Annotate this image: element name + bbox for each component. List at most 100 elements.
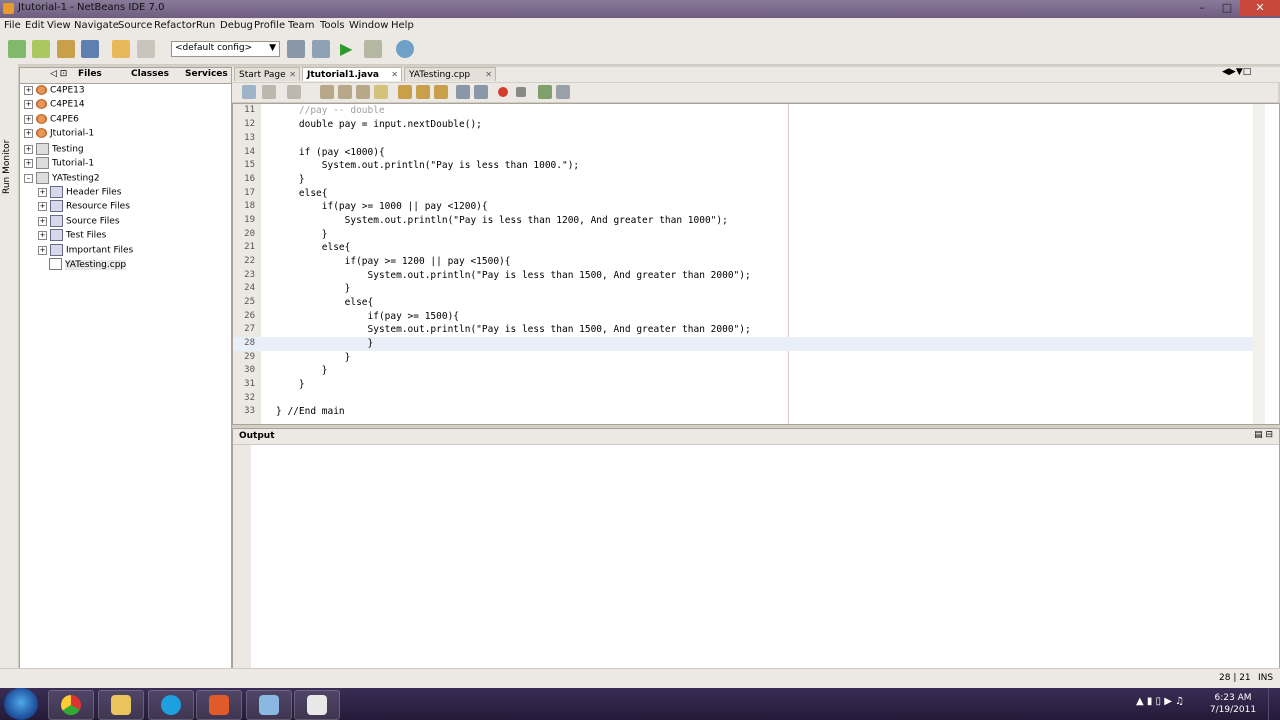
tree-item-yatesting2[interactable]: – YATesting2: [24, 172, 100, 186]
menu-tools[interactable]: Tools: [320, 20, 345, 31]
tree-item-header-files[interactable]: + Header Files: [38, 186, 121, 200]
bookmark-toggle-icon[interactable]: [434, 85, 448, 99]
title-bar: Jtutorial-1 - NetBeans IDE 7.0 – □ ✕: [0, 0, 1280, 18]
close-tab-icon[interactable]: ✕: [485, 68, 492, 82]
tree-item-source-files[interactable]: + Source Files: [38, 215, 120, 229]
new-project-icon[interactable]: [32, 40, 50, 58]
bookmark-prev-icon[interactable]: [398, 85, 412, 99]
menu-debug[interactable]: Debug: [220, 20, 253, 31]
find-prev-icon[interactable]: [338, 85, 352, 99]
output-title: Output: [239, 431, 275, 441]
back-icon[interactable]: [262, 85, 276, 99]
chrome-icon: [61, 695, 81, 715]
tree-item-c4pe6[interactable]: + C4PE6: [24, 114, 79, 128]
taskbar-explorer[interactable]: [98, 690, 144, 720]
close-button[interactable]: ✕: [1240, 0, 1280, 16]
code-line: 32: [244, 393, 255, 403]
redo-icon[interactable]: [137, 40, 155, 58]
debug-icon[interactable]: [364, 40, 382, 58]
tab-services[interactable]: Services: [185, 69, 228, 82]
tree-item-resource-files[interactable]: + Resource Files: [38, 200, 130, 214]
panel-controls-icon[interactable]: ◁ ⊡: [50, 69, 67, 82]
taskbar-chrome[interactable]: [48, 690, 94, 720]
comment-icon[interactable]: [538, 85, 552, 99]
minimize-button[interactable]: –: [1190, 0, 1214, 16]
highlight-icon[interactable]: [374, 85, 388, 99]
clean-build-icon[interactable]: [312, 40, 330, 58]
code-line: 17 else{: [244, 188, 328, 199]
find-next-icon[interactable]: [356, 85, 370, 99]
menu-source[interactable]: Source: [118, 20, 152, 31]
build-icon[interactable]: [287, 40, 305, 58]
menu-refactor[interactable]: Refactor: [154, 20, 196, 31]
taskbar-skype[interactable]: [148, 690, 194, 720]
tab-classes[interactable]: Classes: [131, 69, 169, 82]
menu-window[interactable]: Window: [349, 20, 388, 31]
find-icon[interactable]: [320, 85, 334, 99]
taskbar-netbeans[interactable]: [246, 690, 292, 720]
tree-item-c4pe14[interactable]: + C4PE14: [24, 99, 85, 113]
editor-scrollbar[interactable]: [1253, 104, 1265, 424]
code-line: 11 //pay -- double: [244, 105, 385, 116]
show-desktop-button[interactable]: [1268, 688, 1280, 720]
menu-profile[interactable]: Profile: [254, 20, 285, 31]
new-file-icon[interactable]: [8, 40, 26, 58]
code-editor[interactable]: 11 //pay -- double 12 double pay = input…: [232, 103, 1280, 425]
save-all-icon[interactable]: [81, 40, 99, 58]
menu-team[interactable]: Team: [288, 20, 314, 31]
tree-item-c4pe13[interactable]: + C4PE13: [24, 85, 85, 99]
insert-mode: INS: [1258, 673, 1274, 683]
menu-navigate[interactable]: Navigate: [74, 20, 119, 31]
project-icon: [36, 99, 47, 109]
history-icon[interactable]: [242, 85, 256, 99]
netbeans-icon: [259, 695, 279, 715]
forward-icon[interactable]: [287, 85, 301, 99]
menu-edit[interactable]: Edit: [25, 20, 44, 31]
menu-view[interactable]: View: [47, 20, 71, 31]
project-icon: [36, 114, 47, 124]
start-button[interactable]: [4, 688, 38, 720]
tab-start-page[interactable]: Start Page ✕: [234, 67, 300, 81]
tab-yatesting-cpp[interactable]: YATesting.cpp ✕: [404, 67, 496, 81]
tree-item-jtutorial-1[interactable]: + Jtutorial-1: [24, 128, 94, 142]
projects-panel: ◁ ⊡ Files Classes Services + C4PE13 + C4PE…: [19, 67, 232, 669]
menu-file[interactable]: File: [4, 20, 21, 31]
tab-scroll-icon[interactable]: ◀▶▼□: [1222, 67, 1251, 77]
code-line: 23 System.out.println("Pay is less than …: [244, 270, 751, 281]
taskbar-window[interactable]: [294, 690, 340, 720]
code-line: 20 }: [244, 229, 328, 240]
menu-run[interactable]: Run: [196, 20, 215, 31]
tab-jtutorial1-java[interactable]: Jtutorial1.java ✕: [302, 67, 402, 81]
clock-date: 7/19/2011: [1209, 705, 1257, 715]
project-icon: [36, 157, 49, 169]
record-macro-icon[interactable]: [498, 87, 508, 97]
clock[interactable]: 6:23 AM 7/19/2011: [1205, 692, 1261, 716]
config-value: <default config>: [175, 43, 253, 53]
tree-item-important-files[interactable]: + Important Files: [38, 244, 133, 258]
shift-left-icon[interactable]: [456, 85, 470, 99]
tree-item-tutorial-1[interactable]: + Tutorial-1: [24, 157, 94, 171]
shift-right-icon[interactable]: [474, 85, 488, 99]
maximize-button[interactable]: □: [1215, 0, 1239, 16]
output-controls-icon[interactable]: ▤ ⊟: [1254, 430, 1273, 440]
run-icon[interactable]: ▶: [340, 40, 358, 58]
stop-macro-icon[interactable]: [516, 87, 526, 97]
system-tray-icons[interactable]: ▲ ▮ ▯ ▶ ♫: [1136, 696, 1184, 707]
folder-icon: [111, 695, 131, 715]
tree-item-testing[interactable]: + Testing: [24, 143, 84, 157]
undo-icon[interactable]: [112, 40, 130, 58]
uncomment-icon[interactable]: [556, 85, 570, 99]
taskbar-app[interactable]: [196, 690, 242, 720]
close-tab-icon[interactable]: ✕: [289, 68, 296, 82]
tree-item-test-files[interactable]: + Test Files: [38, 229, 106, 243]
open-project-icon[interactable]: [57, 40, 75, 58]
run-monitor-tab[interactable]: Run Monitor: [2, 140, 12, 194]
tab-files[interactable]: Files: [78, 69, 102, 82]
profile-icon[interactable]: [396, 40, 414, 58]
close-tab-icon[interactable]: ✕: [391, 68, 398, 82]
bookmark-next-icon[interactable]: [416, 85, 430, 99]
code-line: 22 if(pay >= 1200 || pay <1500){: [244, 256, 511, 267]
config-select[interactable]: <default config> ▼: [171, 41, 280, 57]
menu-help[interactable]: Help: [391, 20, 414, 31]
tree-item-yatesting-cpp[interactable]: YATesting.cpp: [49, 258, 127, 272]
